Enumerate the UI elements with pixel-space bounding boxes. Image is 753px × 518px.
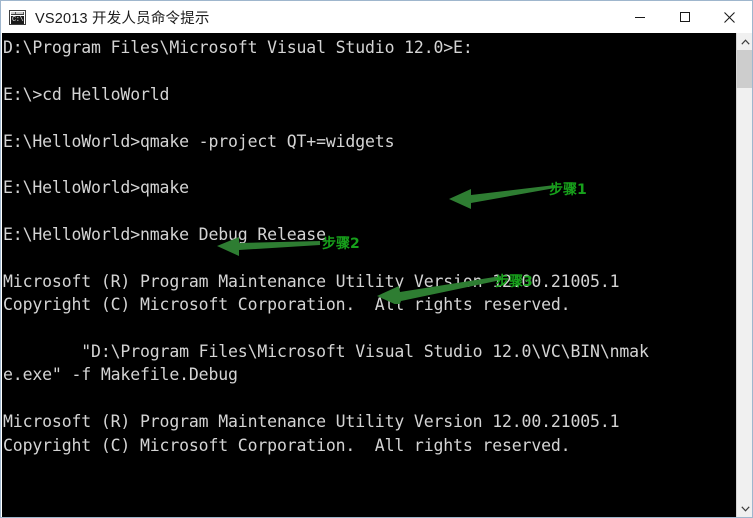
window-controls	[617, 1, 752, 33]
console-line: Microsoft (R) Program Maintenance Utilit…	[3, 271, 620, 291]
console-line: Microsoft (R) Program Maintenance Utilit…	[3, 412, 620, 432]
icon-prompt-glyph: C:\.	[11, 15, 24, 24]
vertical-scrollbar[interactable]	[736, 33, 752, 517]
console-line: E:\>cd HelloWorld	[3, 84, 170, 104]
console-line: Copyright (C) Microsoft Corporation. All…	[3, 295, 571, 315]
icon-titlebar-stripe	[11, 11, 24, 15]
console-line: E:\HelloWorld>nmake Debug Release	[3, 225, 326, 245]
console-line: e.exe" -f Makefile.Debug	[3, 365, 238, 385]
scrollbar-thumb[interactable]	[737, 50, 752, 88]
console-line: "D:\Program Files\Microsoft Visual Studi…	[3, 342, 649, 362]
console-text-buffer: D:\Program Files\Microsoft Visual Studio…	[3, 36, 735, 480]
window-titlebar[interactable]: C:\. VS2013 开发人员命令提示	[1, 1, 752, 33]
maximize-icon[interactable]	[662, 1, 707, 33]
console-output-area[interactable]: D:\Program Files\Microsoft Visual Studio…	[2, 33, 736, 517]
page-title: VS2013 开发人员命令提示	[35, 10, 210, 27]
command-prompt-window: C:\. VS2013 开发人员命令提示	[0, 0, 753, 518]
console-line: E:\HelloWorld>qmake	[3, 178, 189, 198]
console-line: D:\Program Files\Microsoft Visual Studio…	[3, 38, 473, 57]
minimize-icon[interactable]	[617, 1, 662, 33]
console-body: D:\Program Files\Microsoft Visual Studio…	[2, 33, 752, 517]
scroll-up-icon[interactable]	[737, 33, 752, 50]
scroll-down-icon[interactable]	[737, 500, 752, 517]
console-line: E:\HelloWorld>qmake -project QT+=widgets	[3, 131, 395, 151]
console-window-icon: C:\.	[9, 9, 26, 25]
console-line: Copyright (C) Microsoft Corporation. All…	[3, 435, 571, 455]
close-icon[interactable]	[707, 1, 752, 33]
